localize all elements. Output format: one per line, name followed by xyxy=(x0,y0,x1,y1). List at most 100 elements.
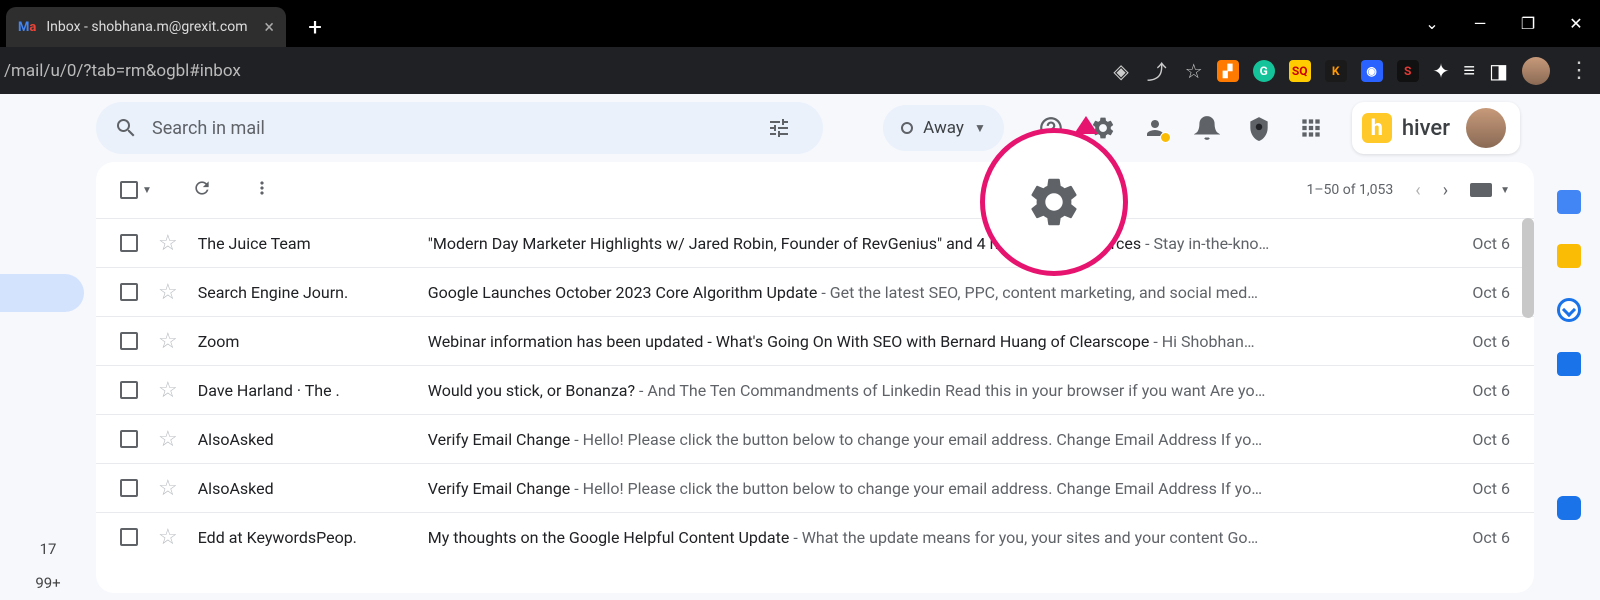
hiver-avatar[interactable] xyxy=(1466,108,1506,148)
search-input[interactable]: Search in mail xyxy=(96,102,823,154)
star-icon[interactable]: ☆ xyxy=(158,329,178,354)
email-date: Oct 6 xyxy=(1450,381,1510,400)
page-info: 1–50 of 1,053 xyxy=(1306,182,1393,198)
ext-k-icon[interactable]: K xyxy=(1325,60,1347,82)
sender: Search Engine Journ. xyxy=(198,283,428,302)
addon-icon[interactable] xyxy=(1557,496,1581,520)
keep-icon[interactable] xyxy=(1557,244,1581,268)
new-tab-button[interactable]: + xyxy=(298,13,332,41)
email-date: Oct 6 xyxy=(1450,479,1510,498)
hiver-logo-icon: h xyxy=(1362,113,1392,143)
lens-icon[interactable]: ◈ xyxy=(1113,59,1128,83)
ext-grammarly-icon[interactable]: G xyxy=(1253,60,1275,82)
ext-analytics-icon[interactable]: ▞ xyxy=(1217,60,1239,82)
tab-title: Inbox - shobhana.m@grexit.com xyxy=(46,19,258,35)
row-checkbox[interactable] xyxy=(120,528,138,546)
ext-seo-icon[interactable]: SQ xyxy=(1289,60,1311,82)
nav-selected-item[interactable] xyxy=(0,274,84,312)
inbox-panel: ▼ 1–50 of 1,053 ‹ › ▼ ☆The Juice Team"Mo… xyxy=(96,162,1534,593)
email-row[interactable]: ☆The Juice Team"Modern Day Marketer High… xyxy=(96,218,1534,267)
url-text[interactable]: /mail/u/0/?tab=rm&ogbl#inbox xyxy=(4,61,1113,81)
sender: AlsoAsked xyxy=(198,479,428,498)
extensions-puzzle-icon[interactable]: ✦ xyxy=(1433,59,1450,83)
row-checkbox[interactable] xyxy=(120,430,138,448)
gmail-top-bar: Search in mail Away ▼ h hiver xyxy=(96,94,1538,162)
email-date: Oct 6 xyxy=(1450,332,1510,351)
calendar-icon[interactable] xyxy=(1557,190,1581,214)
inbox-toolbar: ▼ 1–50 of 1,053 ‹ › ▼ xyxy=(96,162,1534,218)
side-panel-icon[interactable]: ◨ xyxy=(1489,59,1508,83)
select-all-checkbox[interactable] xyxy=(120,181,138,199)
browser-tab[interactable]: Ma Inbox - shobhana.m@grexit.com × xyxy=(6,7,286,47)
subject-line: Verify Email Change - Hello! Please clic… xyxy=(428,430,1450,449)
star-icon[interactable]: ☆ xyxy=(158,378,178,403)
bookmark-icon[interactable]: ☆ xyxy=(1185,59,1203,83)
hiver-label: hiver xyxy=(1402,116,1450,141)
row-checkbox[interactable] xyxy=(120,332,138,350)
star-icon[interactable]: ☆ xyxy=(158,280,178,305)
row-checkbox[interactable] xyxy=(120,283,138,301)
search-icon xyxy=(114,116,138,140)
hiver-button[interactable]: h hiver xyxy=(1352,102,1520,154)
next-page-icon[interactable]: › xyxy=(1443,180,1448,201)
scrollbar[interactable] xyxy=(1522,218,1534,318)
contacts-icon[interactable] xyxy=(1142,115,1168,141)
chrome-menu-icon[interactable]: ⋮ xyxy=(1568,58,1590,83)
select-dropdown-icon[interactable]: ▼ xyxy=(142,185,152,196)
email-row[interactable]: ☆Dave Harland · The .Would you stick, or… xyxy=(96,365,1534,414)
subject-line: Verify Email Change - Hello! Please clic… xyxy=(428,479,1450,498)
email-date: Oct 6 xyxy=(1450,283,1510,302)
star-icon[interactable]: ☆ xyxy=(158,525,178,550)
reading-list-icon[interactable]: ≡ xyxy=(1463,58,1475,83)
email-row[interactable]: ☆ AlsoAskedVerify Email Change - Hello! P… xyxy=(96,414,1534,463)
refresh-icon[interactable] xyxy=(192,178,212,202)
sender: Edd at KeywordsPeop. xyxy=(198,528,428,547)
gear-icon xyxy=(1025,173,1083,231)
browser-tab-strip: Ma Inbox - shobhana.m@grexit.com × + ⌄ —… xyxy=(0,0,1600,47)
row-checkbox[interactable] xyxy=(120,234,138,252)
prev-page-icon[interactable]: ‹ xyxy=(1415,180,1420,201)
nav-count-a: 17 xyxy=(0,532,96,566)
star-icon[interactable]: ☆ xyxy=(158,231,178,256)
email-date: Oct 6 xyxy=(1450,528,1510,547)
subject-line: Would you stick, or Bonanza? - And The T… xyxy=(428,381,1450,400)
status-chip[interactable]: Away ▼ xyxy=(883,105,1004,151)
nav-count-b: 99+ xyxy=(0,566,96,600)
extension-icons: ▞ G SQ K ◉ S ✦ ≡ ◨ xyxy=(1217,57,1550,85)
subject-line: Google Launches October 2023 Core Algori… xyxy=(428,283,1450,302)
side-panel xyxy=(1538,94,1600,593)
contacts-panel-icon[interactable] xyxy=(1557,352,1581,376)
row-checkbox[interactable] xyxy=(120,381,138,399)
email-row[interactable]: ☆ Search Engine Journ.Google Launches Oct… xyxy=(96,267,1534,316)
ext-recorder-icon[interactable]: ◉ xyxy=(1361,60,1383,82)
ext-s-icon[interactable]: S xyxy=(1397,60,1419,82)
search-tune-icon[interactable] xyxy=(767,116,791,140)
input-tools-button[interactable]: ▼ xyxy=(1470,183,1510,197)
tab-dropdown-icon[interactable]: ⌄ xyxy=(1408,14,1456,33)
apps-grid-icon[interactable] xyxy=(1298,115,1324,141)
star-icon[interactable]: ☆ xyxy=(158,476,178,501)
close-window-icon[interactable]: ✕ xyxy=(1552,14,1600,33)
star-icon[interactable]: ☆ xyxy=(158,427,178,452)
more-menu-icon[interactable] xyxy=(252,178,272,202)
row-checkbox[interactable] xyxy=(120,479,138,497)
email-row[interactable]: ☆ AlsoAskedVerify Email Change - Hello! P… xyxy=(96,463,1534,512)
search-placeholder: Search in mail xyxy=(152,118,265,139)
chevron-down-icon: ▼ xyxy=(974,121,986,135)
gmail-favicon: Ma xyxy=(18,20,36,35)
notifications-bell-icon[interactable] xyxy=(1194,115,1220,141)
sender: The Juice Team xyxy=(198,234,428,253)
left-nav: 17 99+ xyxy=(0,94,96,593)
sender: AlsoAsked xyxy=(198,430,428,449)
tasks-icon[interactable] xyxy=(1557,298,1581,322)
sender: Zoom xyxy=(198,332,428,351)
email-date: Oct 6 xyxy=(1450,234,1510,253)
minimize-icon[interactable]: — xyxy=(1456,14,1504,33)
close-tab-icon[interactable]: × xyxy=(264,17,274,38)
maximize-icon[interactable]: ❐ xyxy=(1504,14,1552,33)
profile-avatar-icon[interactable] xyxy=(1522,57,1550,85)
email-row[interactable]: ☆Edd at KeywordsPeop.My thoughts on the … xyxy=(96,512,1534,561)
hiver-shield-icon[interactable] xyxy=(1246,115,1272,141)
email-row[interactable]: ☆ZoomWebinar information has been update… xyxy=(96,316,1534,365)
share-icon[interactable]: ⤴ xyxy=(1147,56,1167,85)
